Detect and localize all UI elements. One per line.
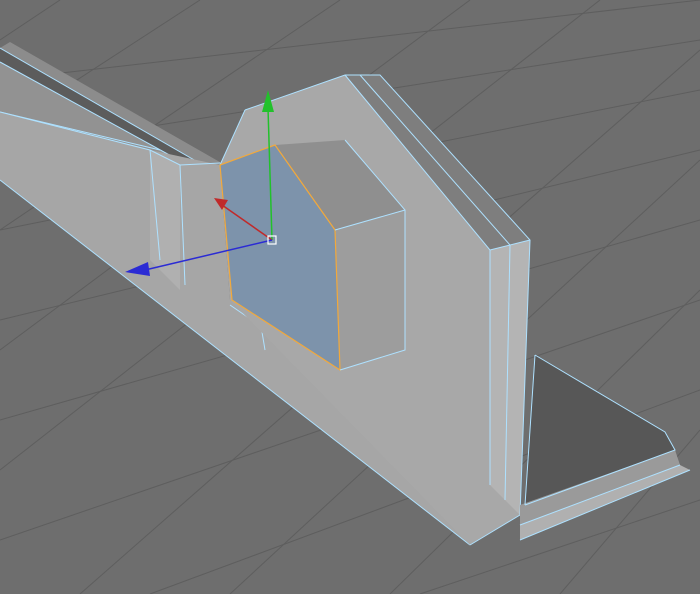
3d-viewport[interactable] [0, 0, 700, 594]
